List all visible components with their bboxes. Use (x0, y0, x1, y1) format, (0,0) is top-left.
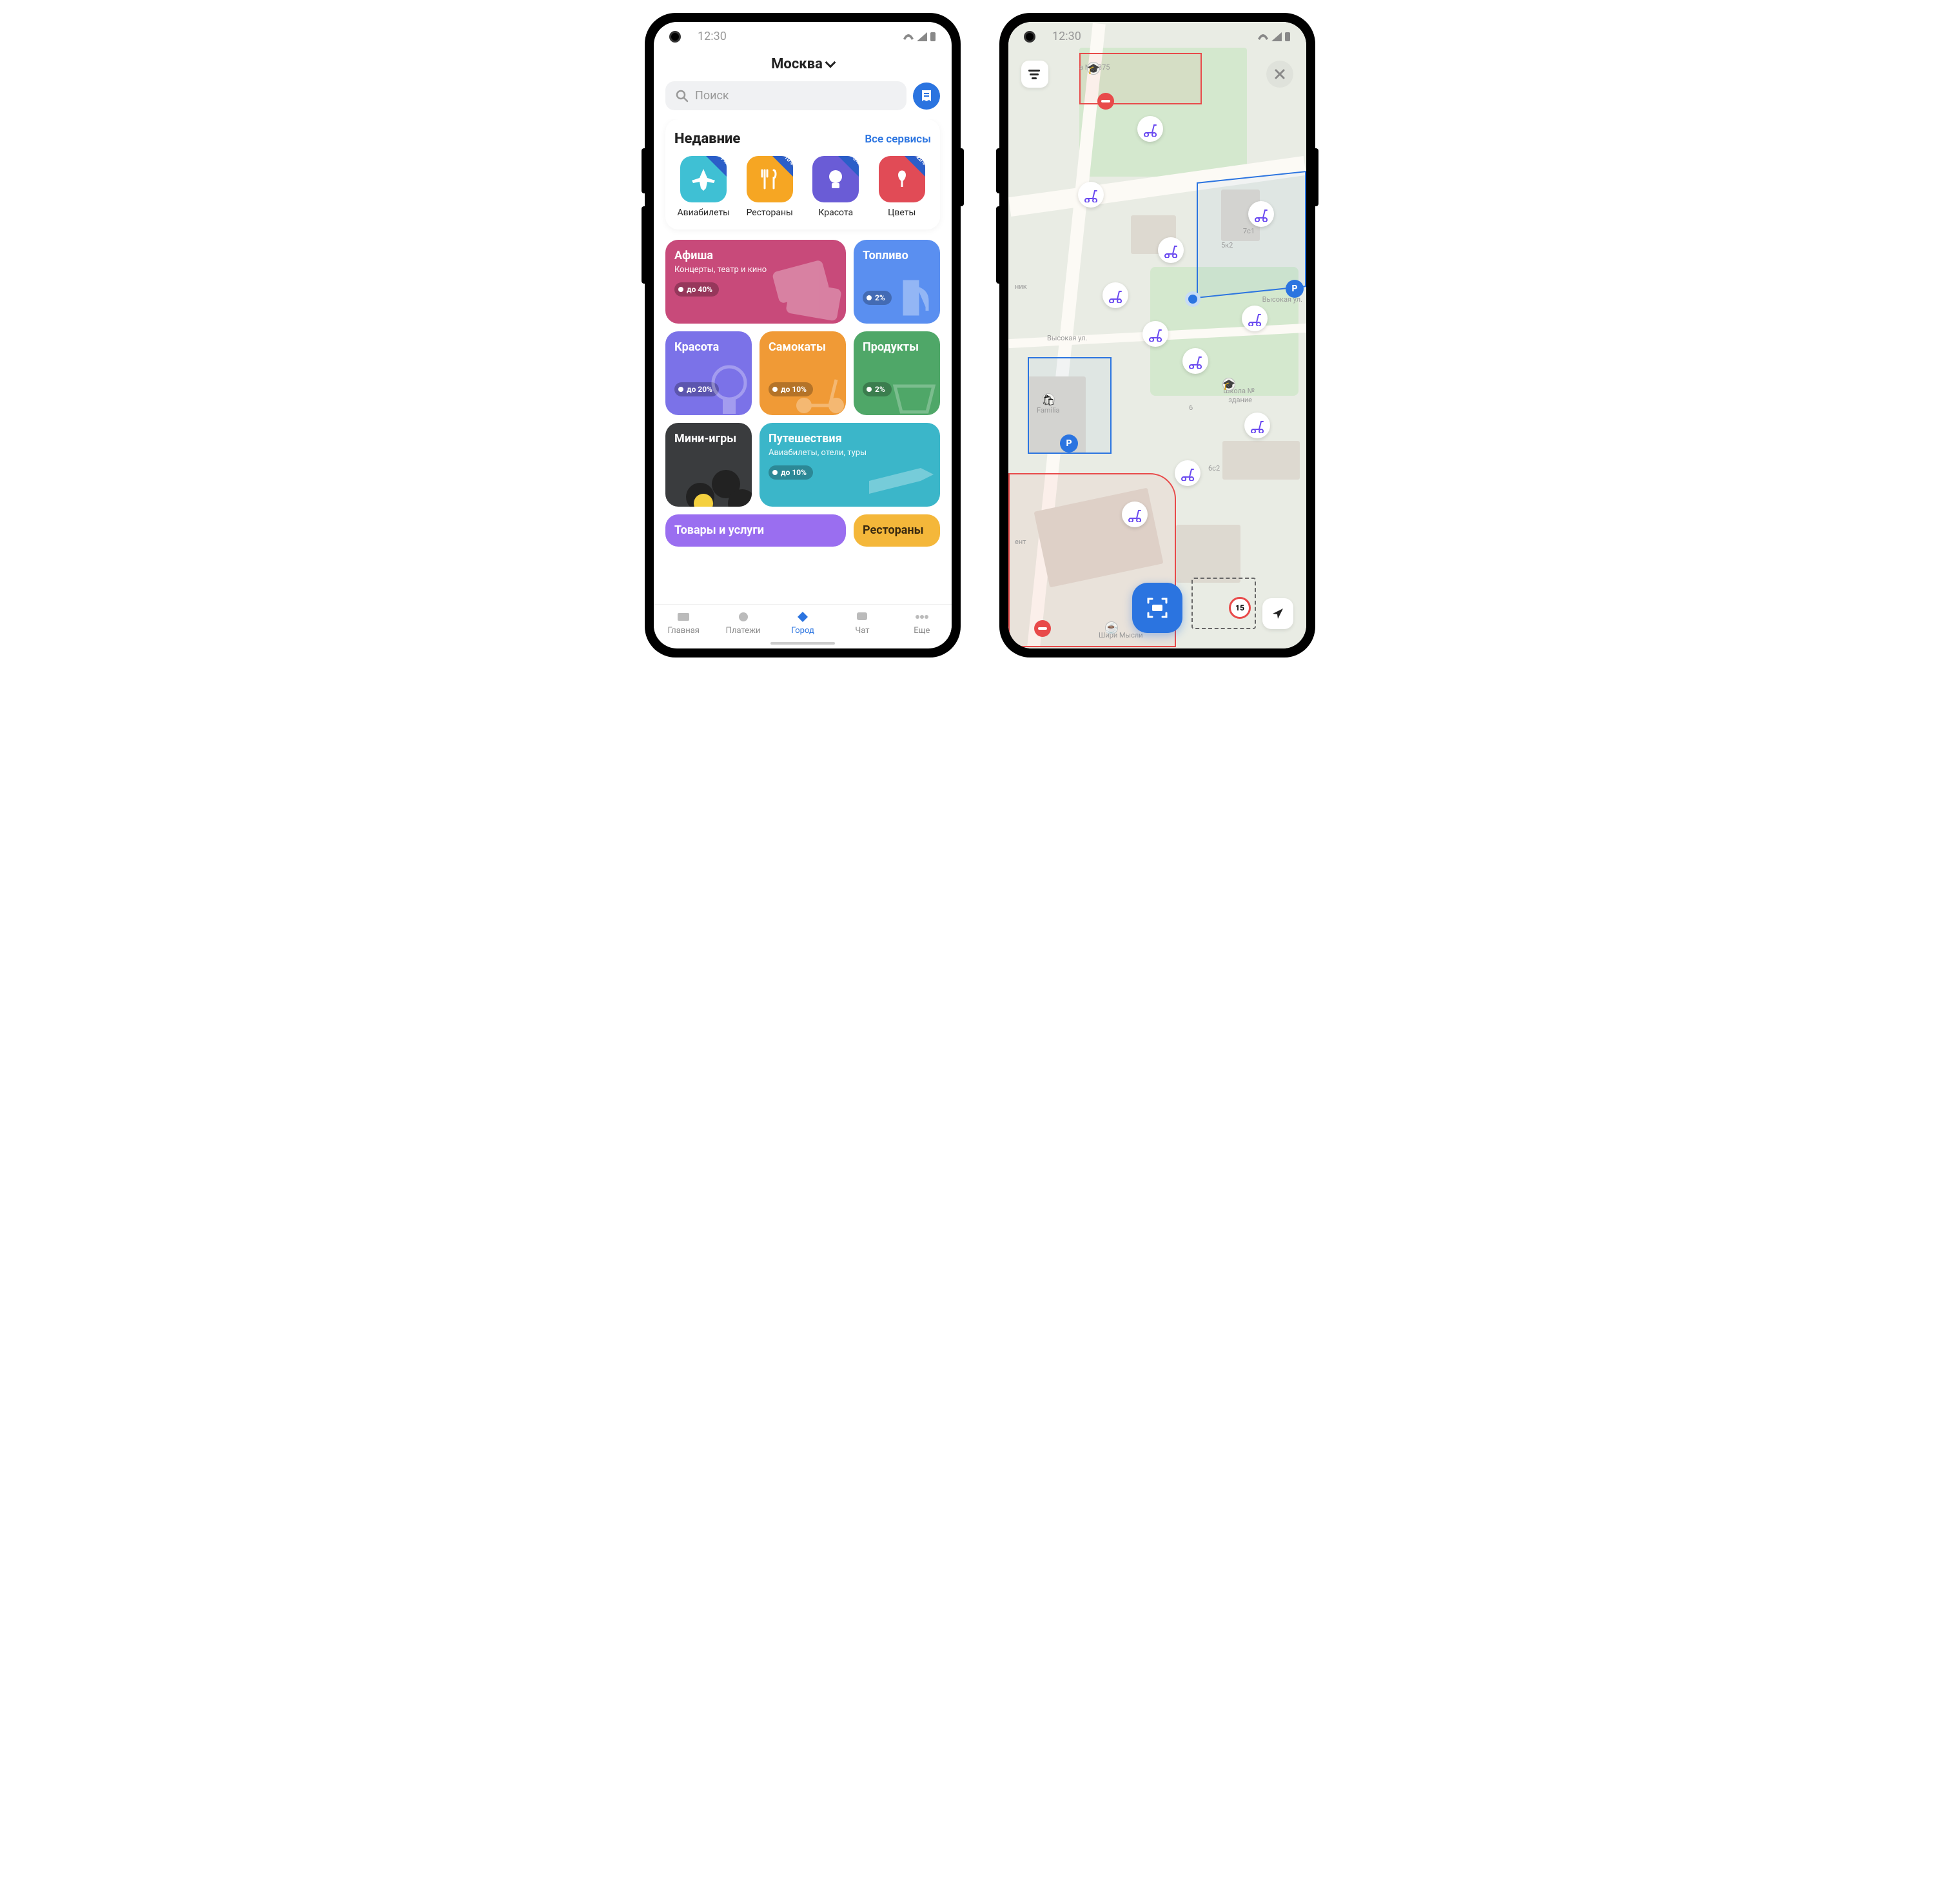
tab-bar: Главная Платежи Город Чат Еще (654, 604, 952, 639)
cashback-badge: 7% (706, 156, 727, 177)
my-location-dot (1185, 291, 1200, 307)
tile-scooters[interactable]: Самокаты до 10% (760, 331, 846, 415)
scooter-pin[interactable] (1248, 201, 1274, 227)
status-time: 12:30 (698, 30, 727, 43)
plane-icon (850, 442, 940, 507)
scooter-pin[interactable] (1137, 116, 1163, 142)
tile-games[interactable]: Мини-игры (665, 423, 752, 507)
balls-icon (681, 452, 752, 507)
search-input[interactable]: Поиск (665, 81, 906, 110)
tickets-icon (762, 253, 846, 324)
location-arrow-icon (1271, 607, 1285, 621)
cashback-badge: 5% (838, 156, 859, 177)
phone-frame-left: 12:30 Москва Поиск Недавни (645, 13, 961, 658)
filter-icon (1028, 69, 1041, 79)
scan-qr-button[interactable] (1132, 583, 1182, 633)
tile-fuel[interactable]: Топливо 2% (854, 240, 940, 324)
receipt-icon (920, 89, 933, 103)
speed-limit-sign: 15 (1229, 597, 1251, 619)
cashback-badge: 20% (905, 156, 925, 177)
scan-icon (1146, 596, 1169, 619)
scooter-pin[interactable] (1122, 502, 1148, 527)
recent-title: Недавние (674, 131, 740, 147)
tile-beauty[interactable]: Красота до 20% (665, 331, 752, 415)
no-entry-icon (1034, 620, 1051, 637)
cashback-pill: до 40% (674, 282, 719, 297)
scooter-pin[interactable] (1102, 282, 1128, 308)
card-icon (676, 611, 691, 623)
camera-cutout (669, 31, 681, 43)
circle-icon (737, 610, 750, 623)
search-placeholder: Поиск (695, 89, 729, 102)
tile-restaurants[interactable]: Рестораны (854, 514, 940, 547)
fuel-icon (885, 269, 940, 324)
close-icon (1275, 69, 1285, 79)
tab-home[interactable]: Главная (654, 610, 713, 636)
locate-me-button[interactable] (1262, 598, 1293, 629)
recent-item-beauty[interactable]: 5% Красота (807, 156, 865, 218)
phone-frame-right: а № 1375 ник Высокая ул. Высокая ул. 5к2… (999, 13, 1315, 658)
parking-pin[interactable]: P (1060, 434, 1078, 453)
all-services-link[interactable]: Все сервисы (865, 133, 931, 146)
tab-city[interactable]: Город (773, 610, 832, 636)
city-name: Москва (771, 56, 823, 72)
cashback-pill: до 10% (769, 465, 813, 480)
status-icons (1257, 32, 1291, 42)
filter-button[interactable] (1021, 61, 1048, 88)
tab-more[interactable]: Еще (892, 610, 952, 636)
map-screen[interactable]: а № 1375 ник Высокая ул. Высокая ул. 5к2… (1008, 22, 1306, 648)
no-entry-icon (1097, 93, 1114, 110)
home-indicator[interactable] (770, 642, 835, 645)
camera-cutout (1024, 31, 1035, 43)
scooter-pin[interactable] (1244, 413, 1270, 438)
parking-pin[interactable]: P (1286, 280, 1304, 298)
dots-icon (915, 614, 929, 619)
tile-afisha[interactable]: Афиша Концерты, театр и кино до 40% (665, 240, 846, 324)
recent-card: Недавние Все сервисы 7% Авиабилеты (665, 119, 940, 229)
tab-payments[interactable]: Платежи (713, 610, 772, 636)
tile-groceries[interactable]: Продукты 2% (854, 331, 940, 415)
cashback-badge: 10% (772, 156, 793, 177)
mirror-icon (703, 360, 752, 415)
poi-cafe-icon: ☕ (1105, 621, 1118, 634)
basket-icon (885, 367, 940, 415)
tile-goods[interactable]: Товары и услуги (665, 514, 846, 547)
receipts-button[interactable] (913, 83, 940, 110)
scooter-pin[interactable] (1242, 306, 1268, 331)
status-bar: 12:30 (1008, 22, 1306, 47)
poi-school-icon: 🎓 (1087, 62, 1100, 75)
recent-item-restaurants[interactable]: 10% Рестораны (741, 156, 799, 218)
search-icon (676, 90, 689, 102)
close-button[interactable] (1266, 61, 1293, 88)
city-selector[interactable]: Москва (654, 47, 952, 81)
tab-chat[interactable]: Чат (832, 610, 892, 636)
poi-shop-icon: 🛍 (1042, 393, 1055, 406)
poi-school-icon: 🎓 (1222, 378, 1235, 391)
diamond-icon (795, 610, 810, 623)
status-time: 12:30 (1052, 30, 1081, 43)
chevron-down-icon (825, 57, 836, 68)
status-icons (903, 32, 936, 42)
chat-icon (856, 611, 868, 623)
scooter-icon (791, 367, 846, 415)
scooter-pin[interactable] (1158, 237, 1184, 263)
tile-travel[interactable]: Путешествия Авиабилеты, отели, туры до 1… (760, 423, 940, 507)
scooter-pin[interactable] (1175, 460, 1200, 486)
recent-item-flowers[interactable]: 20% Цветы (873, 156, 932, 218)
scooter-pin[interactable] (1182, 348, 1208, 374)
recent-item-flights[interactable]: 7% Авиабилеты (674, 156, 733, 218)
scooter-pin[interactable] (1142, 321, 1168, 347)
city-screen: 12:30 Москва Поиск Недавни (654, 22, 952, 648)
status-bar: 12:30 (654, 22, 952, 47)
scooter-pin[interactable] (1078, 182, 1104, 208)
